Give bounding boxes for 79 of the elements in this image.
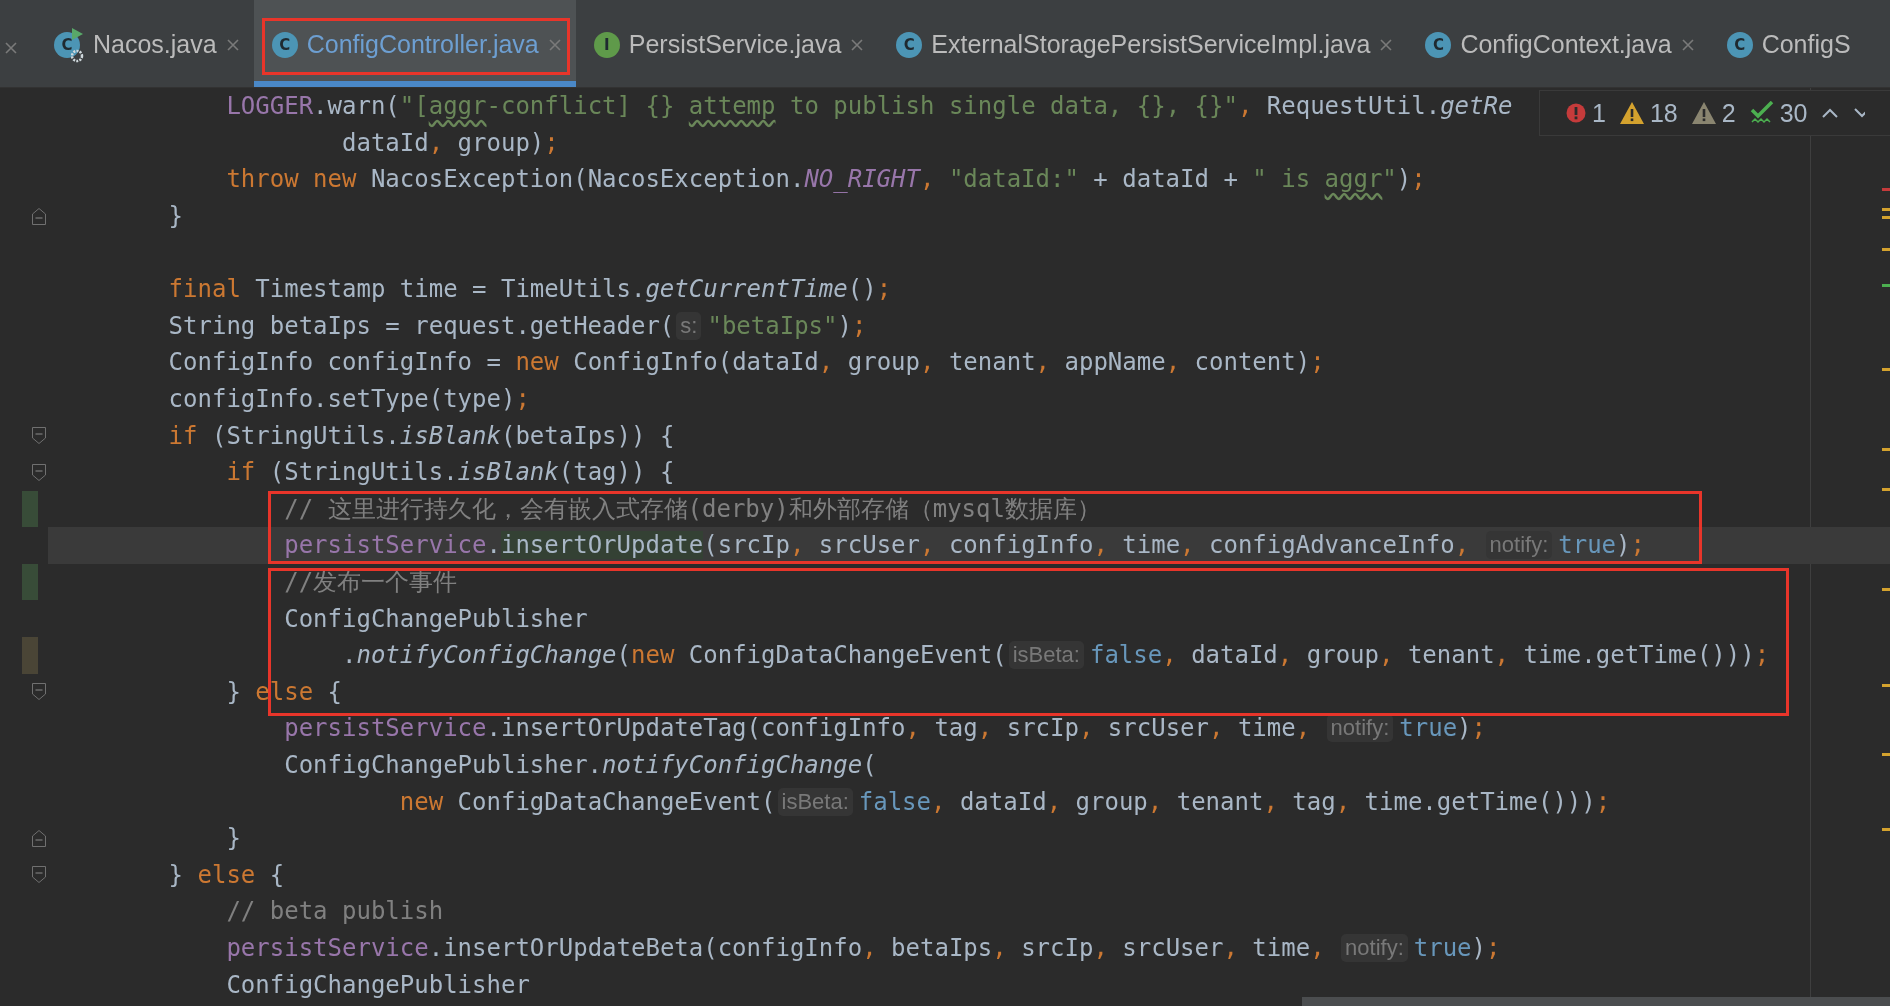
- fold-icon[interactable]: [32, 683, 46, 701]
- warning-stripe-mark[interactable]: [1882, 753, 1890, 756]
- class-icon: C: [1726, 31, 1753, 58]
- parameter-hint: notify:: [1341, 933, 1408, 962]
- error-stripe-mark[interactable]: [1882, 188, 1890, 191]
- code-text: throw new NacosException(NacosException.NO_RIGHT, "dataId:" + dataId + " is aggr");: [225, 165, 1426, 194]
- warning-icon: [1691, 102, 1716, 124]
- code-text: dataId, group);: [341, 128, 559, 157]
- warning-stripe-mark[interactable]: [1882, 448, 1890, 451]
- problem-count[interactable]: 18: [1649, 98, 1678, 128]
- warning-stripe-mark[interactable]: [1882, 488, 1890, 491]
- code-text: persistService.insertOrUpdateTag(configInfo, tag, srcIp, srcUser, time,: [283, 714, 1312, 743]
- fold-icon[interactable]: [32, 207, 46, 225]
- fold-icon[interactable]: [32, 463, 46, 481]
- code-text: } else {: [167, 860, 285, 889]
- code-text: String betaIps = request.getHeader(: [167, 311, 675, 340]
- code-text: final Timestamp time = TimeUtils.getCurrentTime();: [167, 275, 892, 304]
- code-text: ConfigChangePublisher: [225, 970, 530, 999]
- warning-stripe-mark[interactable]: [1882, 248, 1890, 251]
- close-icon[interactable]: [1379, 37, 1394, 52]
- problem-count[interactable]: 1: [1592, 98, 1606, 128]
- editor-tab[interactable]: C ConfigS: [1708, 0, 1865, 87]
- code-text: configInfo.setType(type);: [167, 385, 530, 414]
- code-text: true);: [1399, 714, 1486, 743]
- check-icon: [1749, 101, 1774, 125]
- warning-icon: [1619, 102, 1644, 124]
- warning-stripe-mark[interactable]: [1882, 588, 1890, 591]
- editor-tab[interactable]: I PersistService.java: [575, 0, 879, 87]
- code-text: if (StringUtils.isBlank(tag)) {: [225, 458, 675, 487]
- close-icon[interactable]: [225, 37, 240, 52]
- code-text: "betaIps");: [707, 311, 867, 340]
- editor-tab[interactable]: C ConfigContext.java: [1407, 0, 1709, 87]
- editor-tab[interactable]: C Nacos.java: [32, 0, 254, 87]
- class-icon: C: [1425, 31, 1452, 58]
- chevron-down-icon[interactable]: [1853, 107, 1866, 119]
- code-text: ConfigChangePublisher: [283, 604, 588, 633]
- problem-count[interactable]: 30: [1779, 98, 1808, 128]
- class-icon: C: [896, 31, 923, 58]
- scrollbar-thumb[interactable]: [1302, 997, 1890, 1006]
- parameter-hint: isBeta:: [1008, 641, 1084, 670]
- chevron-up-icon[interactable]: [1821, 107, 1840, 119]
- code-comment: // beta publish: [225, 897, 444, 926]
- class-icon: C: [271, 31, 298, 58]
- editor-tab[interactable]: C ExternalStoragePersistServiceImpl.java: [878, 0, 1408, 87]
- close-icon[interactable]: [4, 40, 18, 55]
- parameter-hint: isBeta:: [777, 787, 853, 816]
- code-text: ConfigInfo configInfo = new ConfigInfo(dataId, group, tenant, appName, content);: [167, 348, 1325, 377]
- code-text: }: [167, 202, 184, 231]
- code-text: LOGGER.warn("[aggr-conflict] {} attemp to publish single data, {}, {}", RequestUtil.getRe: [225, 92, 1513, 121]
- change-stripe-mark[interactable]: [1882, 284, 1890, 287]
- code-text: if (StringUtils.isBlank(betaIps)) {: [167, 421, 675, 450]
- code-text: true);: [1413, 933, 1501, 962]
- fold-icon[interactable]: [32, 427, 46, 445]
- fold-icon[interactable]: [32, 866, 46, 884]
- close-icon[interactable]: [850, 37, 865, 52]
- code-comment: //发布一个事件: [283, 567, 458, 598]
- code-text: false, dataId, group, tenant, tag, time.getTime()));: [858, 787, 1611, 816]
- code-text: persistService.insertOrUpdateBeta(configInfo, betaIps, srcIp, srcUser, time,: [225, 933, 1326, 962]
- code-text: }: [225, 824, 241, 853]
- interface-icon: I: [593, 31, 620, 58]
- code-text: true);: [1558, 531, 1645, 560]
- editor-tab[interactable]: C ConfigController.java: [253, 0, 576, 87]
- warning-stripe-mark[interactable]: [1882, 684, 1890, 687]
- warning-stripe-mark[interactable]: [1882, 828, 1890, 831]
- error-icon: [1566, 103, 1586, 123]
- code-text: persistService.insertOrUpdate(srcIp, srcUser, configInfo, time, configAdvanceInfo,: [283, 531, 1471, 560]
- warning-stripe-mark[interactable]: [1882, 368, 1890, 371]
- problem-count[interactable]: 2: [1721, 98, 1736, 128]
- close-icon[interactable]: [1680, 37, 1695, 52]
- code-text: .notifyConfigChange(new ConfigDataChangeEvent(: [341, 641, 1007, 670]
- parameter-hint: s:: [676, 311, 702, 340]
- code-text: new ConfigDataChangeEvent(: [398, 787, 776, 816]
- code-comment: // 这里进行持久化，会有嵌入式存储(derby)和外部存储（mysql数据库）: [283, 493, 1101, 525]
- code-text: ConfigChangePublisher.notifyConfigChange(: [283, 751, 877, 779]
- code-text: false, dataId, group, tenant, time.getTime()));: [1089, 641, 1770, 670]
- parameter-hint: notify:: [1326, 714, 1394, 743]
- close-icon[interactable]: [547, 37, 562, 52]
- parameter-hint: notify:: [1485, 531, 1553, 560]
- fold-icon[interactable]: [32, 829, 46, 847]
